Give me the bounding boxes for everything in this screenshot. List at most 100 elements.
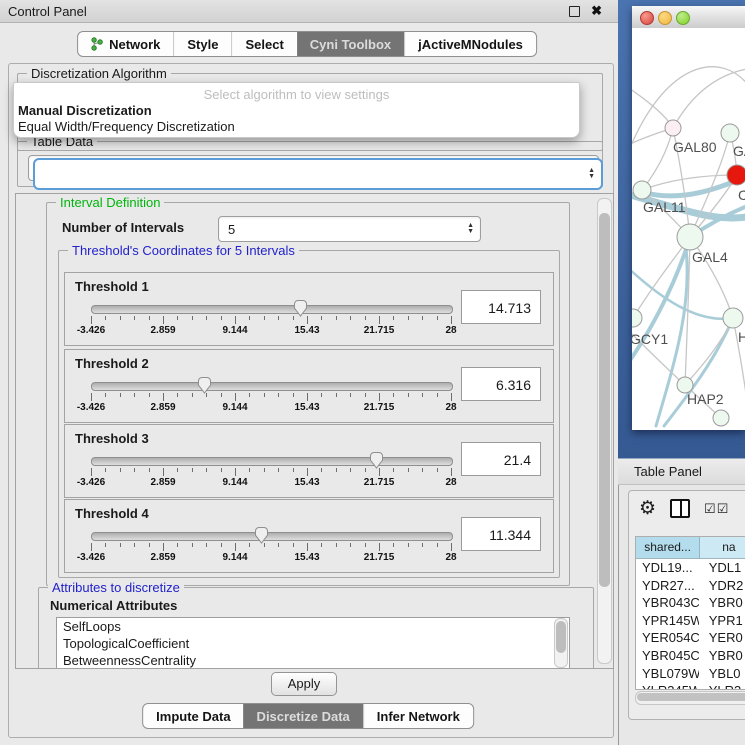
tab-label: Cyni Toolbox (310, 37, 391, 52)
tab-label: Impute Data (156, 709, 230, 724)
close-traffic-light-icon[interactable] (640, 11, 654, 25)
cyni-bottom-tabbar: Impute Data Discretize DataInfer Network (142, 703, 474, 729)
control-panel-titlebar: Control Panel ✖ (0, 0, 618, 23)
slider-tick-label: -3.426 (77, 325, 105, 336)
threshold-slider-thumb[interactable] (293, 300, 308, 317)
tab-label: jActiveMNodules (418, 37, 523, 52)
network-node[interactable] (633, 181, 651, 199)
network-node[interactable] (677, 224, 703, 250)
tab-style[interactable]: Style (173, 32, 231, 56)
table-row[interactable]: YDL19...YDL1 (636, 559, 745, 577)
bottom-tab-impute-data[interactable]: Impute Data (143, 704, 243, 728)
tab-network[interactable]: Network (78, 32, 173, 56)
network-node[interactable] (727, 165, 745, 185)
table-cell[interactable]: YPR1 (699, 612, 745, 630)
slider-tick-label: 9.144 (222, 477, 247, 488)
table-cell[interactable]: YDL1 (699, 559, 745, 577)
bottom-tab-discretize-data[interactable]: Discretize Data (244, 704, 363, 728)
tab-label: Select (245, 37, 283, 52)
minimize-traffic-light-icon[interactable] (658, 11, 672, 25)
table-column-header[interactable]: shared... (636, 537, 700, 558)
attribute-list-item[interactable]: TopologicalCoefficient (57, 635, 569, 652)
threshold-slider-track[interactable] (91, 305, 453, 314)
slider-tick-label: 9.144 (222, 552, 247, 563)
tab-select[interactable]: Select (231, 32, 296, 56)
control-panel-tabbar: Network Style Select Cyni Toolbox jActiveMNo… (77, 31, 537, 57)
numerical-attributes-list[interactable]: SelfLoopsTopologicalCoefficientBetweenne… (56, 617, 570, 669)
network-node[interactable] (632, 309, 642, 327)
threshold-value-field[interactable]: 21.4 (461, 442, 541, 476)
table-cell[interactable]: YDR27... (636, 577, 699, 595)
table-horizontal-scrollbar[interactable] (635, 691, 745, 705)
threshold-slider-thumb[interactable] (369, 452, 384, 469)
threshold-slider-track[interactable] (91, 532, 453, 541)
zoom-traffic-light-icon[interactable] (676, 11, 690, 25)
float-window-icon[interactable] (569, 6, 580, 17)
threshold-value-field[interactable]: 14.713 (461, 290, 541, 324)
table-row[interactable]: YDR27...YDR2 (636, 577, 745, 595)
attributes-list-scrollbar[interactable] (554, 618, 568, 668)
column-selector-icon[interactable] (670, 499, 690, 518)
number-of-intervals-combobox[interactable]: 5 ▲▼ (218, 216, 481, 242)
checkbox-icons[interactable]: ☑☑ (704, 501, 729, 517)
gear-icon[interactable]: ⚙ (639, 500, 656, 518)
node-table[interactable]: shared...na YDL19...YDL1YDR27...YDR2YBR0… (635, 536, 745, 690)
table-cell[interactable]: YER0 (699, 629, 745, 647)
table-panel-title: Table Panel (618, 464, 702, 479)
slider-tick-label: 21.715 (364, 552, 395, 563)
slider-tick-label: 15.43 (294, 402, 319, 413)
table-cell[interactable]: YLR345W (636, 682, 699, 690)
table-row[interactable]: YBR043CYBR0 (636, 594, 745, 612)
table-cell[interactable]: YDL19... (636, 559, 699, 577)
network-node[interactable] (665, 120, 681, 136)
apply-button[interactable]: Apply (271, 672, 337, 696)
threshold-slider-track[interactable] (91, 457, 453, 466)
algorithm-combobox[interactable]: ▲▼ (33, 158, 603, 190)
table-row[interactable]: YBL079WYBL0 (636, 665, 745, 683)
network-edge (673, 68, 745, 128)
algorithm-dropdown-popup: Select algorithm to view settings Manual… (13, 82, 580, 138)
table-cell[interactable]: YBR045C (636, 647, 699, 665)
attribute-list-item[interactable]: BetweennessCentrality (57, 652, 569, 669)
table-row[interactable]: YLR345WYLR3 (636, 682, 745, 690)
close-icon[interactable]: ✖ (591, 3, 602, 19)
threshold-slider-track[interactable] (91, 382, 453, 391)
table-cell[interactable]: YBL0 (699, 665, 745, 683)
network-node-label: HAP2 (687, 391, 724, 407)
threshold-slider-thumb[interactable] (254, 527, 269, 544)
threshold-label: Threshold 4 (75, 506, 149, 521)
threshold-value-field[interactable]: 11.344 (461, 517, 541, 551)
slider-tick-label: 9.144 (222, 325, 247, 336)
table-cell[interactable]: YDR2 (699, 577, 745, 595)
network-canvas[interactable]: GAL80GAGAL11CGAL4GCY1HHAP2 (632, 28, 745, 430)
slider-tick-label: 28 (445, 477, 456, 488)
table-cell[interactable]: YER054C (636, 629, 699, 647)
network-window-titlebar[interactable] (632, 6, 745, 29)
network-node[interactable] (723, 308, 743, 328)
table-row[interactable]: YBR045CYBR0 (636, 647, 745, 665)
dropdown-item[interactable]: Equal Width/Frequency Discretization (16, 119, 566, 135)
network-node[interactable] (713, 410, 729, 426)
table-cell[interactable]: YBL079W (636, 665, 699, 683)
table-row[interactable]: YPR145WYPR1 (636, 612, 745, 630)
table-cell[interactable]: YBR043C (636, 594, 699, 612)
tab-cyni-toolbox[interactable]: Cyni Toolbox (297, 32, 404, 56)
table-row[interactable]: YER054CYER0 (636, 629, 745, 647)
threshold-slider-thumb[interactable] (197, 377, 212, 394)
settings-scrollbar[interactable] (597, 198, 612, 664)
tab-label: Style (187, 37, 218, 52)
table-cell[interactable]: YPR145W (636, 612, 699, 630)
table-column-header[interactable]: na (700, 537, 745, 558)
threshold-value-field[interactable]: 6.316 (461, 367, 541, 401)
tab-jactivemnodules[interactable]: jActiveMNodules (404, 32, 536, 56)
network-node-label: GAL80 (673, 139, 717, 155)
table-cell[interactable]: YBR0 (699, 594, 745, 612)
attribute-list-item[interactable]: SelfLoops (57, 618, 569, 635)
network-node[interactable] (721, 124, 739, 142)
bottom-tab-infer-network[interactable]: Infer Network (363, 704, 473, 728)
table-cell[interactable]: YBR0 (699, 647, 745, 665)
slider-tick-label: 15.43 (294, 325, 319, 336)
slider-tick-label: 28 (445, 552, 456, 563)
table-cell[interactable]: YLR3 (699, 682, 745, 690)
dropdown-item[interactable]: Manual Discretization (16, 103, 566, 119)
